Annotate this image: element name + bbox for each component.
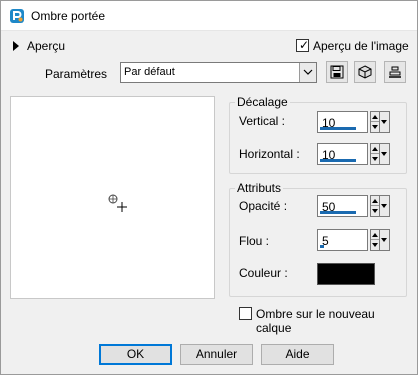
arrow-down-icon (372, 243, 378, 247)
preview-image-toggle[interactable]: ✓ Aperçu de l'image (296, 37, 411, 55)
arrow-up-icon (372, 233, 378, 237)
horizontal-level-bar (320, 159, 356, 162)
arrow-up-icon (372, 199, 378, 203)
opacity-label: Opacité : (239, 199, 288, 213)
opacity-stepper[interactable] (370, 195, 380, 217)
new-layer-checkbox[interactable] (239, 307, 252, 320)
chevron-down-icon (303, 69, 313, 75)
move-cursor-icon (108, 194, 127, 212)
preview-image-label: Aperçu de l'image (313, 39, 409, 53)
increment-button[interactable] (371, 196, 379, 206)
arrow-down-icon (372, 125, 378, 129)
vertical-dropdown-button[interactable] (380, 111, 390, 133)
help-button[interactable]: Aide (261, 344, 334, 365)
checkmark-icon: ✓ (299, 38, 310, 52)
save-preset-button[interactable] (326, 61, 348, 83)
preview-expander[interactable]: Aperçu (9, 37, 79, 55)
load-preset-button[interactable] (354, 61, 376, 83)
new-layer-label: Ombre sur le nouveau calque (256, 307, 375, 335)
arrow-down-icon (372, 209, 378, 213)
title-bar[interactable]: Ombre portée (1, 1, 417, 31)
drop-shadow-dialog: Ombre portée Aperçu ✓ Aperçu de l'image … (0, 0, 418, 375)
opacity-level-bar (320, 211, 356, 214)
dropdown-button[interactable] (299, 63, 316, 82)
stamp-icon (389, 66, 401, 78)
increment-button[interactable] (371, 144, 379, 154)
reset-button[interactable] (384, 61, 406, 83)
arrow-up-icon (372, 147, 378, 151)
vertical-spinner[interactable]: 10 (317, 111, 390, 133)
blur-label: Flou : (239, 234, 270, 248)
opacity-input[interactable]: 50 (317, 195, 368, 217)
new-layer-toggle[interactable]: Ombre sur le nouveau calque (237, 305, 412, 335)
arrow-down-icon (381, 120, 387, 124)
opacity-dropdown-button[interactable] (380, 195, 390, 217)
blur-dropdown-button[interactable] (380, 229, 390, 251)
window-title: Ombre portée (31, 9, 106, 23)
blur-level-bar (320, 245, 324, 248)
blur-stepper[interactable] (370, 229, 380, 251)
horizontal-input[interactable]: 10 (317, 143, 368, 165)
attributes-group-title: Attributs (235, 181, 284, 195)
floppy-disk-icon (330, 65, 344, 79)
horizontal-dropdown-button[interactable] (380, 143, 390, 165)
preview-canvas[interactable] (10, 96, 215, 299)
vertical-stepper[interactable] (370, 111, 380, 133)
increment-button[interactable] (371, 112, 379, 122)
vertical-level-bar (320, 127, 356, 130)
blur-spinner[interactable]: 5 (317, 229, 390, 251)
cancel-button[interactable]: Annuler (180, 344, 253, 365)
offset-group-title: Décalage (235, 95, 290, 109)
color-label: Couleur : (239, 266, 288, 280)
expand-arrow-icon (13, 41, 19, 51)
cube-icon (358, 65, 372, 79)
preview-image-checkbox[interactable]: ✓ (296, 38, 310, 52)
horizontal-label: Horizontal : (239, 147, 300, 161)
vertical-label: Vertical : (239, 114, 286, 128)
blur-input[interactable]: 5 (317, 229, 368, 251)
increment-button[interactable] (371, 230, 379, 240)
ok-button[interactable]: OK (99, 344, 172, 365)
presets-value: Par défaut (124, 66, 175, 78)
arrow-down-icon (381, 238, 387, 242)
decrement-button[interactable] (371, 122, 379, 132)
opacity-spinner[interactable]: 50 (317, 195, 390, 217)
preview-expander-label: Aperçu (27, 39, 66, 53)
horizontal-stepper[interactable] (370, 143, 380, 165)
arrow-down-icon (381, 152, 387, 156)
horizontal-spinner[interactable]: 10 (317, 143, 390, 165)
presets-dropdown[interactable]: Par défaut (120, 62, 317, 83)
app-icon (9, 8, 25, 24)
decrement-button[interactable] (371, 154, 379, 164)
arrow-down-icon (381, 204, 387, 208)
color-swatch[interactable] (317, 263, 375, 285)
decrement-button[interactable] (371, 240, 379, 250)
arrow-up-icon (372, 115, 378, 119)
vertical-input[interactable]: 10 (317, 111, 368, 133)
arrow-down-icon (372, 157, 378, 161)
presets-label: Paramètres (45, 67, 108, 81)
decrement-button[interactable] (371, 206, 379, 216)
